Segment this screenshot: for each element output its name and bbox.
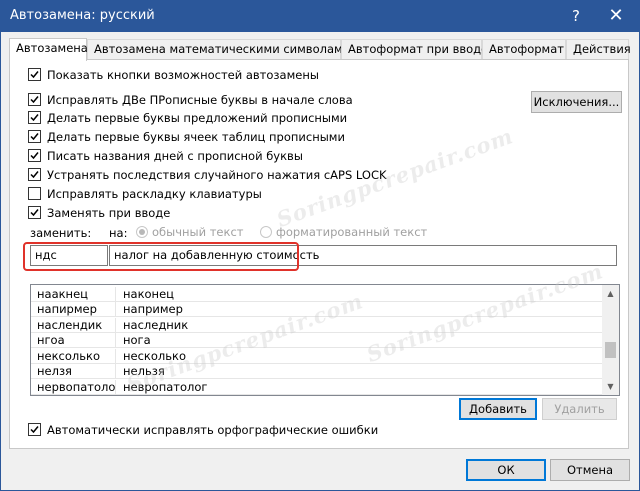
entry-to: несколько — [123, 349, 187, 363]
delete-button[interactable]: Удалить — [542, 398, 617, 420]
entry-to: невропатолог — [123, 380, 208, 394]
window-title: Автозамена: русский — [10, 8, 155, 23]
ok-button[interactable]: ОК — [466, 459, 546, 481]
entry-to: например — [123, 302, 183, 316]
cancel-button[interactable]: Отмена — [550, 459, 630, 481]
scroll-thumb[interactable] — [605, 342, 616, 358]
with-label: на: — [109, 226, 128, 240]
list-item[interactable]: наакнец наконец — [31, 287, 609, 302]
list-item[interactable]: нгоа нога — [31, 333, 609, 348]
with-input[interactable]: налог на добавленную стоимость — [109, 245, 617, 266]
list-item[interactable]: нервопатолог невропатолог — [31, 380, 609, 395]
entry-from: нервопатолог — [31, 380, 116, 395]
replace-typing-option[interactable]: Заменять при вводе — [28, 206, 170, 222]
entry-from: нелзя — [31, 364, 116, 379]
entry-from: наакнец — [31, 287, 116, 302]
entry-from: нексолько — [31, 349, 116, 364]
two-caps-label: Исправлять ДВе ПРописные буквы в начале … — [47, 93, 353, 107]
exceptions-button[interactable]: Исключения... — [531, 91, 622, 113]
checkbox-unchecked-icon[interactable] — [28, 187, 41, 200]
list-item[interactable]: напирмер например — [31, 302, 609, 317]
plain-text-option[interactable]: обычный текст — [136, 225, 243, 239]
checkbox-checked-icon[interactable] — [28, 111, 41, 124]
scroll-down-icon[interactable]: ▼ — [602, 378, 619, 395]
caps-lock-option[interactable]: Устранять последствия случайного нажатия… — [28, 168, 387, 184]
show-buttons-option[interactable]: Показать кнопки возможностей автозамены — [28, 68, 319, 84]
tab-math-autocorrect[interactable]: Автозамена математическими символами — [87, 39, 350, 60]
entry-from: напирмер — [31, 302, 116, 317]
title-bar: Автозамена: русский ? ✕ — [1, 1, 639, 32]
spelling-label: Автоматически исправлять орфографические… — [47, 423, 379, 437]
checkbox-checked-icon[interactable] — [28, 168, 41, 181]
autocorrect-panel: Показать кнопки возможностей автозамены … — [9, 59, 629, 449]
checkbox-checked-icon[interactable] — [28, 130, 41, 143]
day-names-label: Писать названия дней с прописной буквы — [47, 149, 303, 163]
entry-to: наконец — [123, 287, 174, 301]
radio-unselected-icon[interactable] — [260, 226, 272, 238]
checkbox-checked-icon[interactable] — [28, 423, 41, 436]
autocorrect-list[interactable]: наакнец наконец напирмер например насленди… — [30, 284, 620, 396]
checkbox-checked-icon[interactable] — [28, 93, 41, 106]
formatted-text-label: форматированный текст — [276, 225, 428, 239]
sentence-caps-option[interactable]: Делать первые буквы предложений прописны… — [28, 111, 347, 127]
tab-autoformat[interactable]: Автоформат — [482, 39, 566, 60]
list-item[interactable]: нелзя нельзя — [31, 364, 609, 379]
entry-to: наследник — [123, 318, 189, 332]
formatted-text-option[interactable]: форматированный текст — [260, 225, 427, 239]
sentence-caps-label: Делать первые буквы предложений прописны… — [47, 111, 348, 125]
close-button[interactable]: ✕ — [603, 5, 629, 27]
add-button[interactable]: Добавить — [459, 398, 537, 420]
list-item[interactable]: наслендик наследник — [31, 318, 609, 333]
caps-lock-label: Устранять последствия случайного нажатия… — [47, 168, 387, 182]
replace-label: заменить: — [30, 226, 92, 240]
table-caps-option[interactable]: Делать первые буквы ячеек таблиц прописн… — [28, 130, 345, 146]
scroll-up-icon[interactable]: ▲ — [602, 285, 619, 302]
entry-to: нельзя — [123, 364, 165, 378]
autocorrect-dialog: Автозамена: русский ? ✕ Автозамена Автоз… — [0, 0, 640, 491]
show-buttons-label: Показать кнопки возможностей автозамены — [47, 68, 319, 82]
replace-typing-label: Заменять при вводе — [47, 206, 171, 220]
checkbox-checked-icon[interactable] — [28, 149, 41, 162]
keyboard-layout-option[interactable]: Исправлять раскладку клавиатуры — [28, 187, 262, 203]
radio-selected-icon[interactable] — [136, 226, 148, 238]
list-scrollbar[interactable]: ▲ ▼ — [602, 285, 619, 395]
tab-actions[interactable]: Действия — [566, 39, 631, 60]
table-caps-label: Делать первые буквы ячеек таблиц прописн… — [47, 130, 345, 144]
replace-input[interactable]: ндс — [30, 245, 108, 266]
entry-from: наслендик — [31, 318, 116, 333]
list-item[interactable]: нексолько несколько — [31, 349, 609, 364]
keyboard-layout-label: Исправлять раскладку клавиатуры — [47, 187, 262, 201]
checkbox-checked-icon[interactable] — [28, 68, 41, 81]
checkbox-checked-icon[interactable] — [28, 206, 41, 219]
entry-from: нгоа — [31, 333, 116, 348]
tab-strip: Автозамена Автозамена математическими си… — [9, 38, 631, 61]
plain-text-label: обычный текст — [152, 225, 244, 239]
help-button[interactable]: ? — [563, 5, 589, 27]
tab-autoformat-typing[interactable]: Автоформат при вводе — [341, 39, 488, 60]
entry-to: нога — [123, 333, 151, 347]
spelling-option[interactable]: Автоматически исправлять орфографические… — [28, 423, 378, 439]
day-names-option[interactable]: Писать названия дней с прописной буквы — [28, 149, 303, 165]
tab-autocorrect[interactable]: Автозамена — [9, 38, 88, 61]
two-caps-option[interactable]: Исправлять ДВе ПРописные буквы в начале … — [28, 93, 353, 109]
